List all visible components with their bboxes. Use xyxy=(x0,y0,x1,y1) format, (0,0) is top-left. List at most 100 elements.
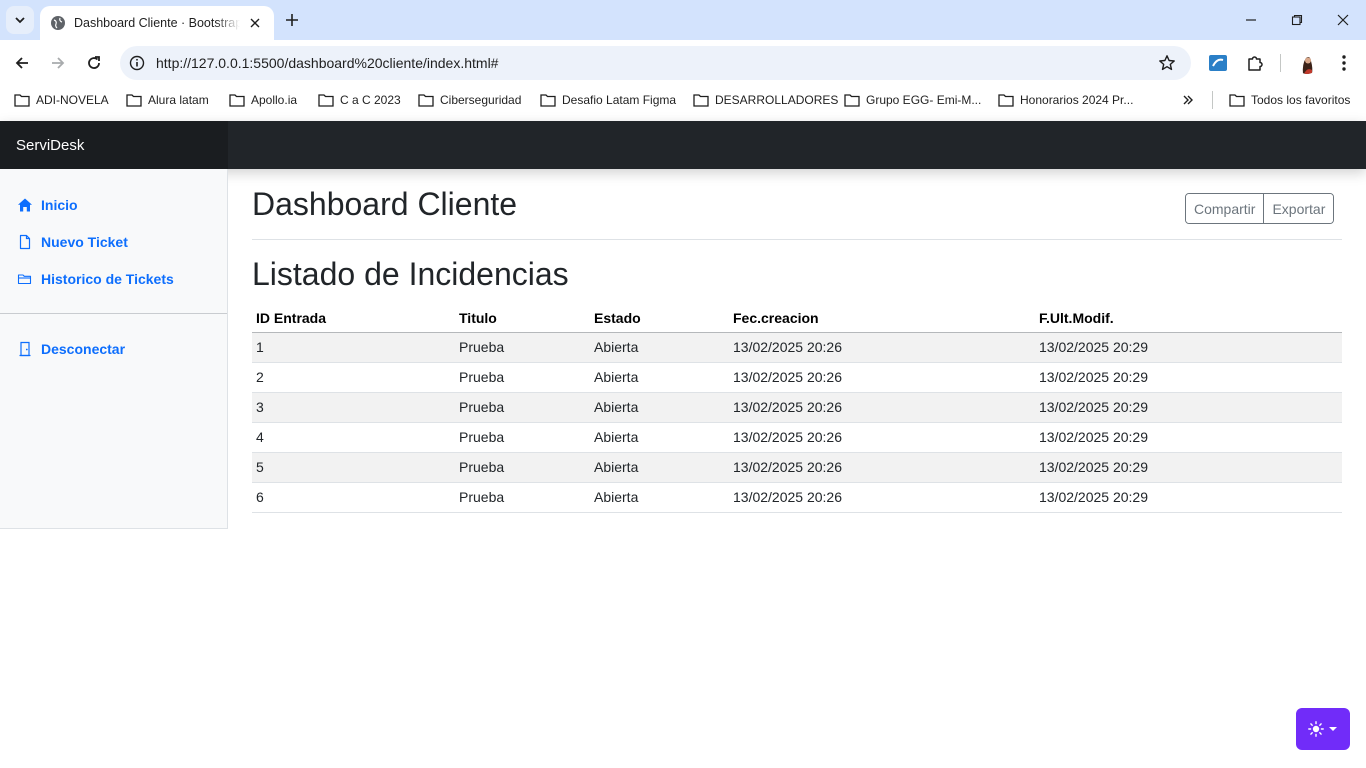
sidebar-item-label: Desconectar xyxy=(41,341,126,357)
folder-icon xyxy=(693,94,709,107)
bookmark-folder[interactable]: Desafio Latam Figma xyxy=(540,91,676,109)
export-button[interactable]: Exportar xyxy=(1263,194,1334,223)
folder-icon xyxy=(16,271,33,288)
all-bookmarks-folder[interactable]: Todos los favoritos xyxy=(1229,91,1350,109)
top-navbar: ServiDesk xyxy=(0,121,1366,169)
profile-avatar[interactable] xyxy=(1296,52,1318,74)
table-header-row: ID Entrada Titulo Estado Fec.creacion F.… xyxy=(252,305,1342,333)
browser-tab[interactable]: Dashboard Cliente · Bootstrap v5.3 xyxy=(40,6,274,40)
folder-icon xyxy=(844,94,860,107)
address-bar[interactable]: http://127.0.0.1:5500/dashboard%20client… xyxy=(120,46,1191,80)
bookmark-folder[interactable]: DESARROLLADORES xyxy=(693,91,838,109)
theme-toggle-button[interactable] xyxy=(1296,708,1350,750)
bookmarks-divider xyxy=(1212,91,1213,109)
table-cell: 1 xyxy=(252,332,455,363)
sidebar-item-desconectar[interactable]: Desconectar xyxy=(16,338,125,360)
bookmark-label: C a C 2023 xyxy=(340,93,401,107)
table-row: 1 Prueba Abierta 13/02/2025 20:26 13/02/… xyxy=(252,332,1342,363)
restore-button[interactable] xyxy=(1287,10,1307,30)
bookmark-label: Alura latam xyxy=(148,93,209,107)
bookmark-label: Desafio Latam Figma xyxy=(562,93,677,107)
title-divider xyxy=(252,239,1342,240)
new-tab-button[interactable] xyxy=(282,10,302,30)
folder-icon xyxy=(418,94,434,107)
more-bookmarks-button[interactable] xyxy=(1182,91,1200,109)
table-cell: Prueba xyxy=(455,482,590,513)
table-cell: 13/02/2025 20:29 xyxy=(1035,362,1342,393)
reload-button[interactable] xyxy=(82,51,106,75)
extension-icon[interactable] xyxy=(1207,52,1229,74)
table-cell: Prueba xyxy=(455,452,590,483)
sidebar-item-historico[interactable]: Historico de Tickets xyxy=(16,268,174,290)
globe-icon xyxy=(51,16,65,30)
table-row: 2 Prueba Abierta 13/02/2025 20:26 13/02/… xyxy=(252,362,1342,393)
bookmark-star-icon[interactable] xyxy=(1157,53,1177,73)
browser-tabstrip: Dashboard Cliente · Bootstrap v5.3 xyxy=(0,0,1366,40)
table-row: 4 Prueba Abierta 13/02/2025 20:26 13/02/… xyxy=(252,422,1342,453)
column-header-id: ID Entrada xyxy=(252,305,455,333)
table-cell: 4 xyxy=(252,422,455,453)
caret-down-icon xyxy=(1329,727,1337,731)
site-info-icon[interactable] xyxy=(128,54,146,72)
bookmark-folder[interactable]: ADI-NOVELA xyxy=(14,91,109,109)
table-cell: 13/02/2025 20:26 xyxy=(729,332,1035,363)
bookmark-label: Apollo.ia xyxy=(251,93,298,107)
table-cell: 5 xyxy=(252,452,455,483)
brand-link[interactable]: ServiDesk xyxy=(0,121,228,169)
folder-icon xyxy=(318,94,334,107)
table-cell: Abierta xyxy=(590,422,729,453)
table-cell: 3 xyxy=(252,392,455,423)
reload-icon xyxy=(88,56,100,69)
bookmark-folder[interactable]: Honorarios 2024 Pr... xyxy=(998,91,1133,109)
close-icon[interactable] xyxy=(246,14,264,32)
sun-icon xyxy=(1308,721,1324,737)
folder-icon xyxy=(14,94,30,107)
sidebar-item-label: Nuevo Ticket xyxy=(41,234,128,250)
bookmark-folder[interactable]: Alura latam xyxy=(126,91,209,109)
table-cell: Prueba xyxy=(455,362,590,393)
folder-icon xyxy=(998,94,1014,107)
share-button[interactable]: Compartir xyxy=(1186,194,1264,223)
bookmark-folder[interactable]: Apollo.ia xyxy=(229,91,297,109)
column-header-titulo: Titulo xyxy=(455,305,590,333)
close-icon xyxy=(1337,14,1349,26)
table-cell: Abierta xyxy=(590,392,729,423)
tab-search-button[interactable] xyxy=(6,6,34,34)
page-title: Dashboard Cliente xyxy=(252,186,518,222)
close-window-button[interactable] xyxy=(1333,10,1353,30)
chevron-down-icon xyxy=(15,17,25,24)
table-cell: Abierta xyxy=(590,332,729,363)
bookmark-folder[interactable]: Ciberseguridad xyxy=(418,91,521,109)
bookmarks-bar: ADI-NOVELA Alura latam Apollo.ia C a C 2… xyxy=(0,86,1366,114)
column-header-fec-creacion: Fec.creacion xyxy=(729,305,1035,333)
bookmark-label: Ciberseguridad xyxy=(440,93,522,107)
all-bookmarks-label: Todos los favoritos xyxy=(1251,93,1351,107)
table-cell: 13/02/2025 20:29 xyxy=(1035,482,1342,513)
table-cell: Prueba xyxy=(455,422,590,453)
bookmark-folder[interactable]: C a C 2023 xyxy=(318,91,401,109)
table-cell: 13/02/2025 20:26 xyxy=(729,392,1035,423)
bookmark-label: ADI-NOVELA xyxy=(36,93,109,107)
file-icon xyxy=(16,234,33,251)
toolbar-button-group: Compartir Exportar xyxy=(1185,193,1335,224)
table-cell: 13/02/2025 20:26 xyxy=(729,422,1035,453)
sidebar: Inicio Nuevo Ticket Historico de Tickets… xyxy=(0,169,228,529)
tab-title: Dashboard Cliente · Bootstrap v5.3 xyxy=(74,16,240,30)
arrow-right-icon xyxy=(52,57,65,69)
table-row: 3 Prueba Abierta 13/02/2025 20:26 13/02/… xyxy=(252,392,1342,423)
sidebar-item-inicio[interactable]: Inicio xyxy=(16,194,78,216)
puzzle-icon[interactable] xyxy=(1244,52,1266,74)
plus-icon xyxy=(286,14,298,26)
more-menu-icon[interactable] xyxy=(1333,52,1355,74)
toolbar-divider xyxy=(1280,54,1281,72)
table-cell: 13/02/2025 20:26 xyxy=(729,482,1035,513)
url-text[interactable]: http://127.0.0.1:5500/dashboard%20client… xyxy=(156,55,1157,71)
back-button[interactable] xyxy=(10,51,34,75)
bookmark-folder[interactable]: Grupo EGG- Emi-M... xyxy=(844,91,981,109)
forward-button[interactable] xyxy=(46,51,70,75)
arrow-left-icon xyxy=(15,57,28,69)
table-row: 6 Prueba Abierta 13/02/2025 20:26 13/02/… xyxy=(252,482,1342,513)
table-cell: 13/02/2025 20:29 xyxy=(1035,422,1342,453)
sidebar-item-nuevo-ticket[interactable]: Nuevo Ticket xyxy=(16,231,128,253)
minimize-button[interactable] xyxy=(1241,10,1261,30)
